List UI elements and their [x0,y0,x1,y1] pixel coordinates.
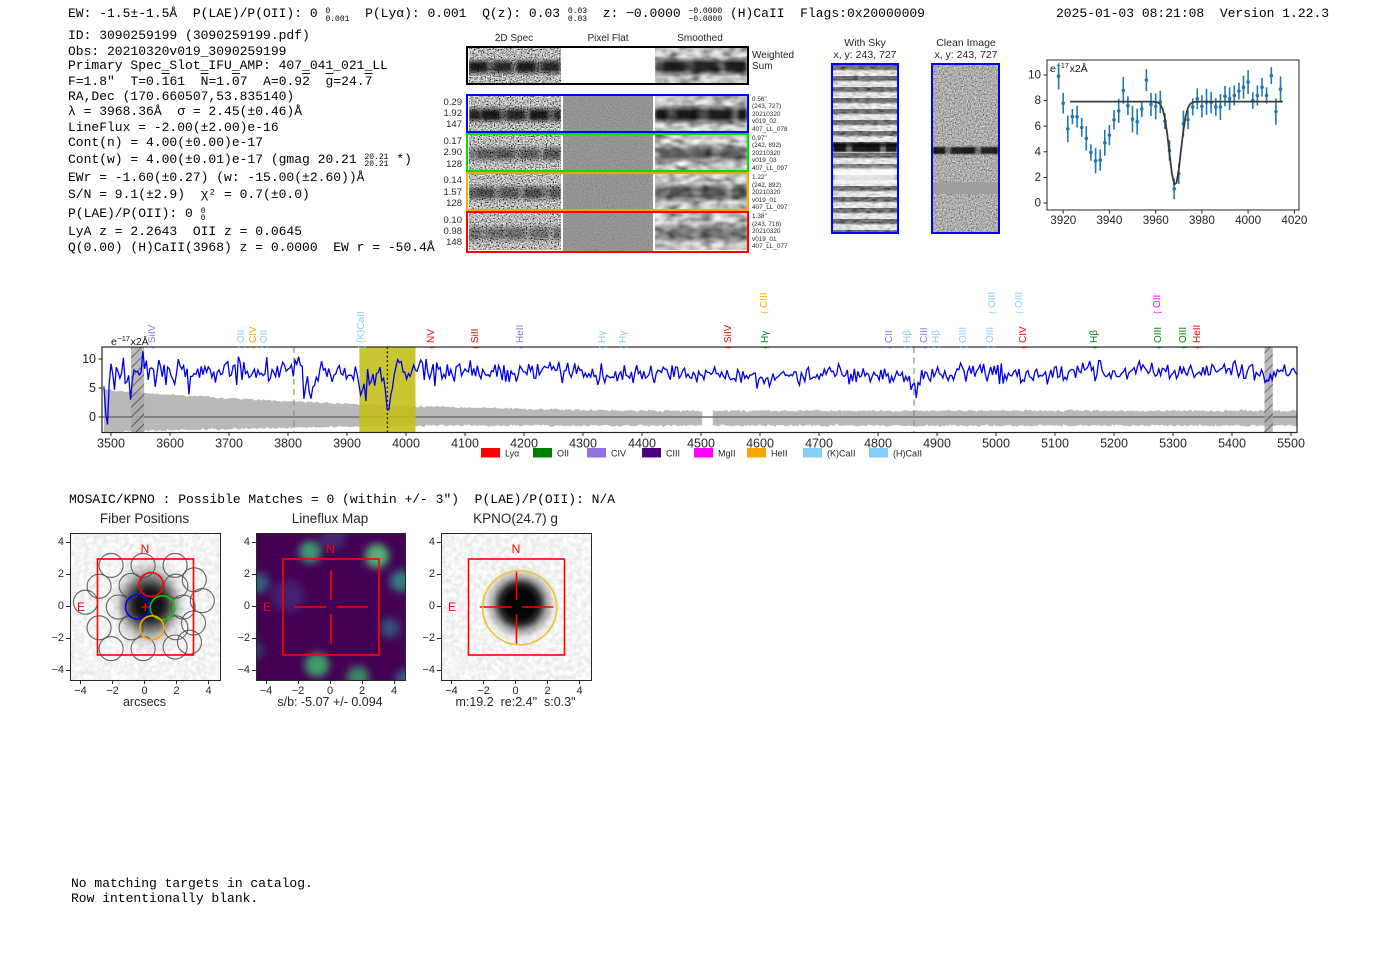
svg-text:3940: 3940 [1096,214,1123,227]
svg-text:OIII: OIII [1178,327,1189,343]
svg-text:5400: 5400 [1218,437,1246,451]
svg-text:{: { [1154,346,1163,349]
svg-text:CIV: CIV [1018,326,1029,343]
svg-text:5100: 5100 [1041,437,1069,451]
svg-text:{: { [920,346,929,349]
svg-text:{: { [1019,346,1028,349]
svg-text:E: E [77,600,85,614]
svg-text:(K)CaII: (K)CaII [356,311,367,343]
svg-text:3600: 3600 [156,437,184,451]
svg-text:{: { [357,346,366,349]
svg-text:N: N [326,542,335,556]
svg-text:HeII: HeII [515,325,526,343]
svg-text:CIII: CIII [919,327,930,343]
svg-text:{: { [932,346,941,349]
svg-text:OIII: OIII [1014,292,1025,308]
svg-text:(H)CaII: (H)CaII [893,449,922,459]
svg-text:8: 8 [1034,94,1041,107]
svg-text:(K)CaII: (K)CaII [827,449,856,459]
svg-text:Hβ: Hβ [902,330,913,343]
svg-text:SiII: SiII [470,329,481,343]
svg-text:OIII: OIII [958,327,969,343]
svg-text:Hβ: Hβ [931,330,942,343]
svg-text:3700: 3700 [215,437,243,451]
svg-text:5: 5 [89,381,96,395]
svg-text:CIII: CIII [666,449,680,459]
svg-text:Hγ: Hγ [597,331,608,343]
svg-text:CII: CII [884,330,895,343]
svg-text:SiIV: SiIV [723,324,734,343]
svg-text:{: { [986,346,995,349]
svg-text:5300: 5300 [1159,437,1187,451]
svg-text:{: { [988,311,997,314]
svg-text:3900: 3900 [333,437,361,451]
svg-text:{: { [249,346,258,349]
svg-text:{: { [427,346,436,349]
svg-text:HeII: HeII [1192,325,1203,343]
svg-text:{: { [761,346,770,349]
svg-text:{: { [1153,311,1162,314]
svg-text:Hβ: Hβ [1089,330,1100,343]
svg-text:4020: 4020 [1281,214,1308,227]
svg-text:{: { [760,311,769,314]
svg-text:4000: 4000 [392,437,420,451]
svg-text:{: { [237,346,246,349]
svg-text:E: E [263,600,271,614]
svg-text:{: { [148,346,157,349]
svg-text:OII: OII [259,330,270,343]
svg-text:{: { [1090,346,1099,349]
svg-text:{: { [1179,346,1188,349]
svg-text:{: { [471,346,480,349]
svg-text:e−17x2Å: e−17x2Å [1050,61,1088,76]
svg-text:SiIV: SiIV [147,324,158,343]
svg-text:N: N [512,542,521,556]
svg-text:E: E [448,600,456,614]
svg-text:CIII: CIII [759,292,770,308]
svg-text:5000: 5000 [982,437,1010,451]
svg-text:{: { [959,346,968,349]
svg-text:OIII: OIII [987,292,998,308]
svg-text:6: 6 [1034,120,1041,133]
svg-text:4: 4 [1034,145,1041,158]
svg-text:{: { [885,346,894,349]
svg-text:4100: 4100 [451,437,479,451]
svg-text:{: { [516,346,525,349]
svg-text:4000: 4000 [1235,214,1262,227]
svg-text:OII: OII [557,449,569,459]
svg-text:10: 10 [82,352,96,366]
svg-text:{: { [619,346,628,349]
svg-text:CIV: CIV [611,449,626,459]
svg-text:{: { [724,346,733,349]
svg-text:3920: 3920 [1050,214,1077,227]
svg-text:OIII: OIII [1153,327,1164,343]
svg-text:{: { [1193,346,1202,349]
svg-text:Hγ: Hγ [760,331,771,343]
svg-text:NV: NV [426,329,437,343]
svg-text:4900: 4900 [923,437,951,451]
svg-text:0: 0 [1034,197,1041,210]
svg-text:OII: OII [236,330,247,343]
svg-text:10: 10 [1028,69,1042,82]
svg-text:3960: 3960 [1143,214,1170,227]
svg-text:N: N [141,542,150,556]
svg-text:{: { [598,346,607,349]
svg-text:Lyα: Lyα [505,449,519,459]
svg-text:0: 0 [89,410,96,424]
svg-text:5200: 5200 [1100,437,1128,451]
svg-text:CIV: CIV [248,326,259,343]
svg-text:OIII: OIII [985,327,996,343]
svg-text:e−17x2Å: e−17x2Å [111,334,149,349]
svg-text:OII: OII [1152,295,1163,308]
svg-text:Hγ: Hγ [618,331,629,343]
svg-text:{: { [903,346,912,349]
svg-text:{: { [260,346,269,349]
svg-text:3980: 3980 [1189,214,1216,227]
svg-text:5500: 5500 [1277,437,1305,451]
svg-text:{: { [1015,311,1024,314]
svg-text:3800: 3800 [274,437,302,451]
svg-text:2: 2 [1034,171,1041,184]
svg-text:MgII: MgII [718,449,736,459]
svg-text:3500: 3500 [97,437,125,451]
svg-text:HeII: HeII [771,449,788,459]
